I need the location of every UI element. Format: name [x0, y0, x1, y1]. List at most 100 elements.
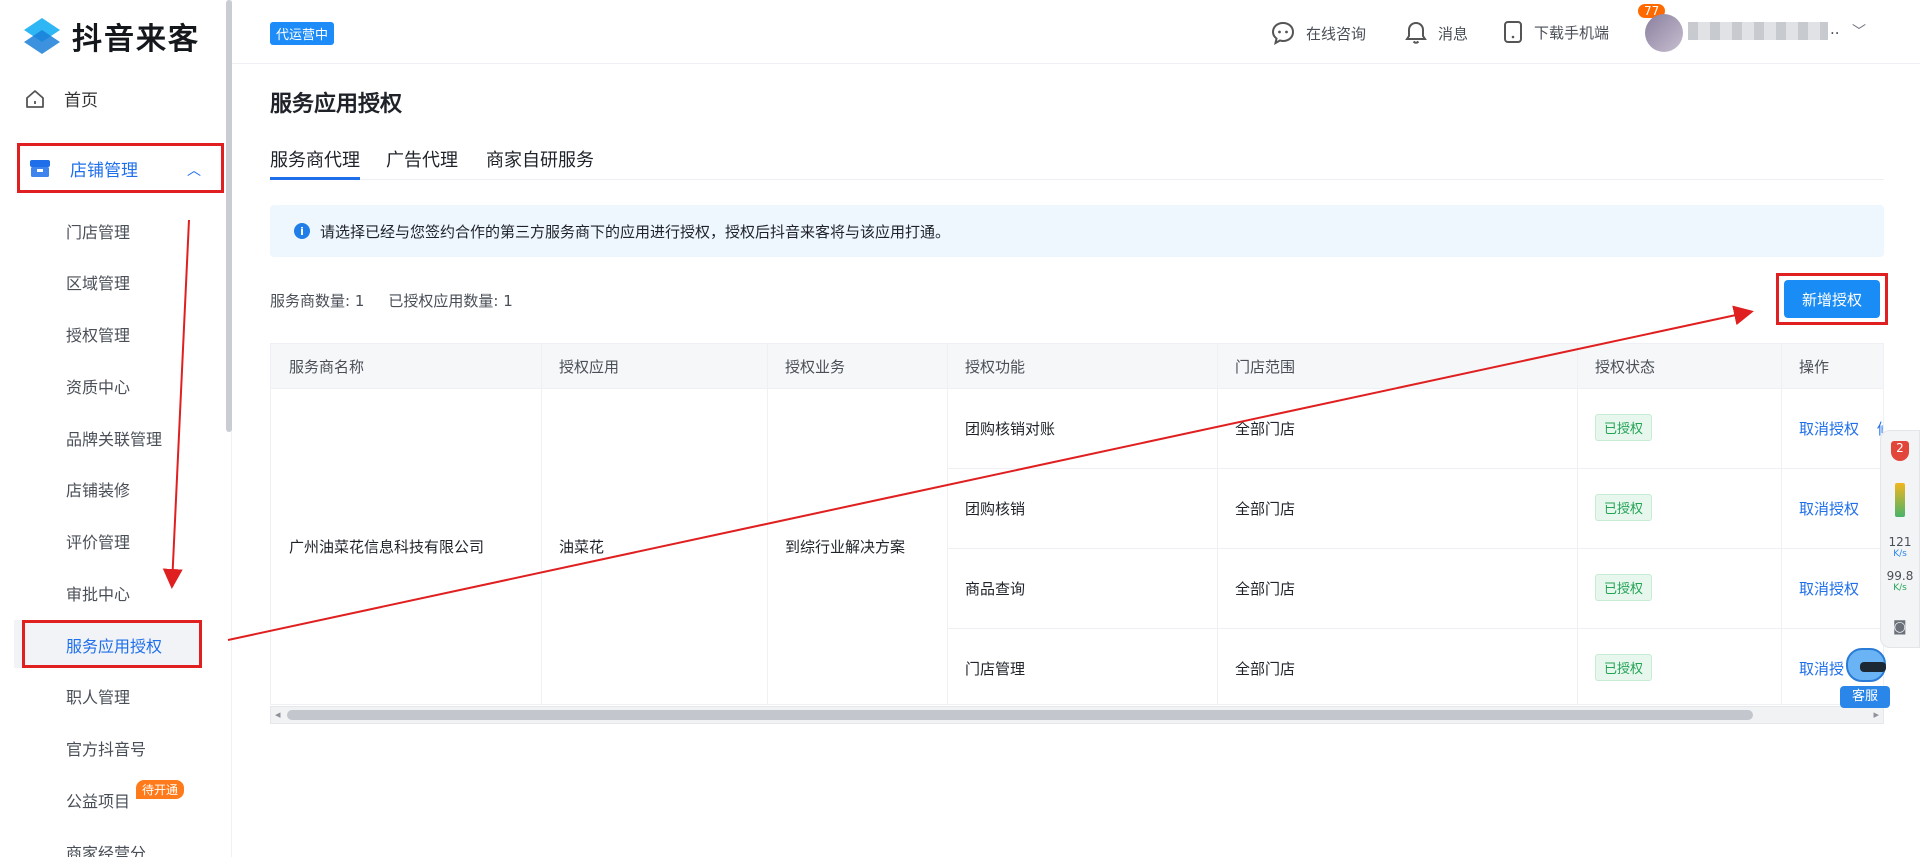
online-consult-button[interactable]: 在线咨询 — [1270, 20, 1366, 46]
row-divider — [947, 468, 1883, 469]
function-cell: 门店管理 — [965, 660, 1026, 678]
authorized-app-count: 已授权应用数量: 1 — [388, 292, 513, 310]
new-authorization-button[interactable]: 新增授权 — [1784, 280, 1880, 318]
scope-cell: 全部门店 — [1235, 660, 1296, 678]
top-header: 代运营中 在线咨询 消息 77 下载手机端 .. ﹀ — [232, 0, 1920, 64]
tab-bar: 服务商代理 广告代理 商家自研服务 — [270, 146, 1884, 180]
app-root: 抖音来客 首页 店铺管理 ︿ 门店管理 区域管理 授权管理 资质中心 品牌关联管… — [0, 0, 1920, 857]
messages-button[interactable]: 消息 — [1404, 20, 1468, 46]
scroll-right-icon[interactable]: ▸ — [1873, 708, 1879, 721]
sidebar-item-label: 首页 — [64, 91, 98, 111]
column-header: 授权业务 — [785, 358, 846, 376]
row-divider — [947, 548, 1883, 549]
table-header: 服务商名称 授权应用 授权业务 授权功能 门店范围 授权状态 操作 — [271, 344, 1883, 388]
sidebar-subitem-approval[interactable]: 审批中心 — [66, 581, 130, 605]
upload-speed: 121 — [1888, 535, 1912, 549]
app-name-cell: 油菜花 — [559, 538, 605, 556]
avatar — [1645, 14, 1683, 52]
active-tab-indicator — [270, 177, 360, 180]
blurred-username — [1688, 22, 1828, 40]
sidebar-subitem-qualification[interactable]: 资质中心 — [66, 374, 130, 398]
status-badge: 已授权 — [1595, 414, 1653, 441]
tab-self-developed[interactable]: 商家自研服务 — [486, 146, 594, 172]
sidebar-subitem-charity[interactable]: 公益项目 — [66, 788, 130, 812]
sidebar-subitem-staff[interactable]: 职人管理 — [66, 684, 130, 708]
function-cell: 团购核销对账 — [965, 420, 1056, 438]
sidebar-subitem-official-douyin[interactable]: 官方抖音号 — [66, 736, 146, 760]
tab-provider-agent[interactable]: 服务商代理 — [270, 146, 360, 172]
column-divider — [1217, 344, 1218, 704]
column-header: 服务商名称 — [289, 358, 365, 376]
bell-icon — [1405, 21, 1427, 44]
chevron-down-icon: ﹀ — [1852, 24, 1866, 40]
sidebar-subitem-brand-link[interactable]: 品牌关联管理 — [66, 426, 162, 450]
provider-name-cell: 广州油菜花信息科技有限公司 — [289, 538, 485, 556]
column-header: 授权功能 — [965, 358, 1026, 376]
cancel-authorization-link[interactable]: 取消授权 — [1799, 498, 1859, 519]
sidebar-subitem-reviews[interactable]: 评价管理 — [66, 529, 130, 553]
row-divider — [271, 388, 1883, 389]
home-icon — [26, 89, 44, 108]
customer-service-button[interactable]: 客服 — [1840, 648, 1890, 708]
download-app-button[interactable]: 下载手机端 — [1502, 20, 1609, 44]
scope-cell: 全部门店 — [1235, 500, 1296, 518]
brand-mark-icon — [24, 18, 60, 54]
mobile-phone-icon — [1504, 21, 1522, 43]
download-speed: 99.8 — [1886, 569, 1914, 583]
column-divider — [1781, 344, 1782, 704]
status-badge: 已授权 — [1595, 654, 1653, 681]
column-divider — [947, 344, 948, 704]
brand-name: 抖音来客 — [72, 22, 200, 57]
cancel-authorization-link[interactable]: 取消授权 — [1799, 578, 1859, 599]
cancel-authorization-link[interactable]: 取消授 — [1799, 658, 1844, 679]
sidebar-scrollbar[interactable] — [226, 0, 232, 432]
online-consult-label: 在线咨询 — [1306, 24, 1367, 43]
status-badge: 已授权 — [1595, 494, 1653, 521]
camera-icon[interactable]: ◙ — [1893, 619, 1907, 635]
sidebar-item-label: 店铺管理 — [70, 160, 138, 181]
notice-text: 请选择已经与您签约合作的第三方服务商下的应用进行授权，授权后抖音来客将与该应用打… — [320, 222, 951, 241]
column-header: 操作 — [1799, 358, 1830, 376]
scope-cell: 全部门店 — [1235, 580, 1296, 598]
provider-count: 服务商数量: 1 — [270, 292, 365, 310]
column-divider — [1577, 344, 1578, 704]
username-ellipsis: .. — [1830, 20, 1840, 38]
cancel-authorization-link[interactable]: 取消授权 — [1799, 418, 1859, 439]
sidebar-subitem-merchant-score[interactable]: 商家经营分 — [66, 840, 146, 857]
function-cell: 商品查询 — [965, 580, 1026, 598]
authorization-table: 服务商名称 授权应用 授权业务 授权功能 门店范围 授权状态 操作 广州油菜花信… — [270, 343, 1884, 705]
column-header: 授权状态 — [1595, 358, 1656, 376]
function-cell: 团购核销 — [965, 500, 1026, 518]
sidebar-subitem-region[interactable]: 区域管理 — [66, 270, 130, 294]
messages-label: 消息 — [1438, 24, 1469, 43]
status-badge: 已授权 — [1595, 574, 1653, 601]
sidebar: 抖音来客 首页 店铺管理 ︿ 门店管理 区域管理 授权管理 资质中心 品牌关联管… — [0, 0, 232, 857]
meter-icon — [1895, 483, 1905, 517]
store-icon — [30, 160, 50, 177]
tab-ad-agent[interactable]: 广告代理 — [386, 146, 458, 172]
sidebar-subitem-decoration[interactable]: 店铺装修 — [66, 477, 130, 501]
chat-bubble-icon — [1271, 21, 1295, 45]
scope-cell: 全部门店 — [1235, 420, 1296, 438]
scroll-left-icon[interactable]: ◂ — [275, 708, 281, 721]
download-app-label: 下载手机端 — [1534, 23, 1610, 42]
column-header: 门店范围 — [1235, 358, 1296, 376]
page-title: 服务应用授权 — [270, 92, 403, 117]
pending-badge: 待开通 — [136, 780, 185, 799]
table-horizontal-scrollbar[interactable]: ◂ ▸ — [270, 706, 1884, 724]
scrollbar-thumb[interactable] — [287, 710, 1753, 720]
sidebar-item-store-management[interactable]: 店铺管理 ︿ — [17, 143, 224, 193]
info-notice: i 请选择已经与您签约合作的第三方服务商下的应用进行授权，授权后抖音来客将与该应… — [270, 205, 1884, 257]
sidebar-subitem-store[interactable]: 门店管理 — [66, 219, 130, 243]
customer-service-label: 客服 — [1840, 686, 1890, 708]
column-divider — [541, 344, 542, 704]
floating-tool-panel: 2 121 K/s 99.8 K/s ◙ — [1880, 430, 1920, 648]
sidebar-item-home[interactable]: 首页 — [24, 86, 98, 111]
brand-logo[interactable]: 抖音来客 — [20, 14, 200, 58]
column-divider — [767, 344, 768, 704]
sidebar-subitem-service-app-auth[interactable]: 服务应用授权 — [66, 633, 162, 657]
row-divider — [947, 628, 1883, 629]
shield-icon[interactable]: 2 — [1891, 441, 1909, 461]
sidebar-subitem-authorization[interactable]: 授权管理 — [66, 322, 130, 346]
info-icon: i — [294, 223, 310, 239]
